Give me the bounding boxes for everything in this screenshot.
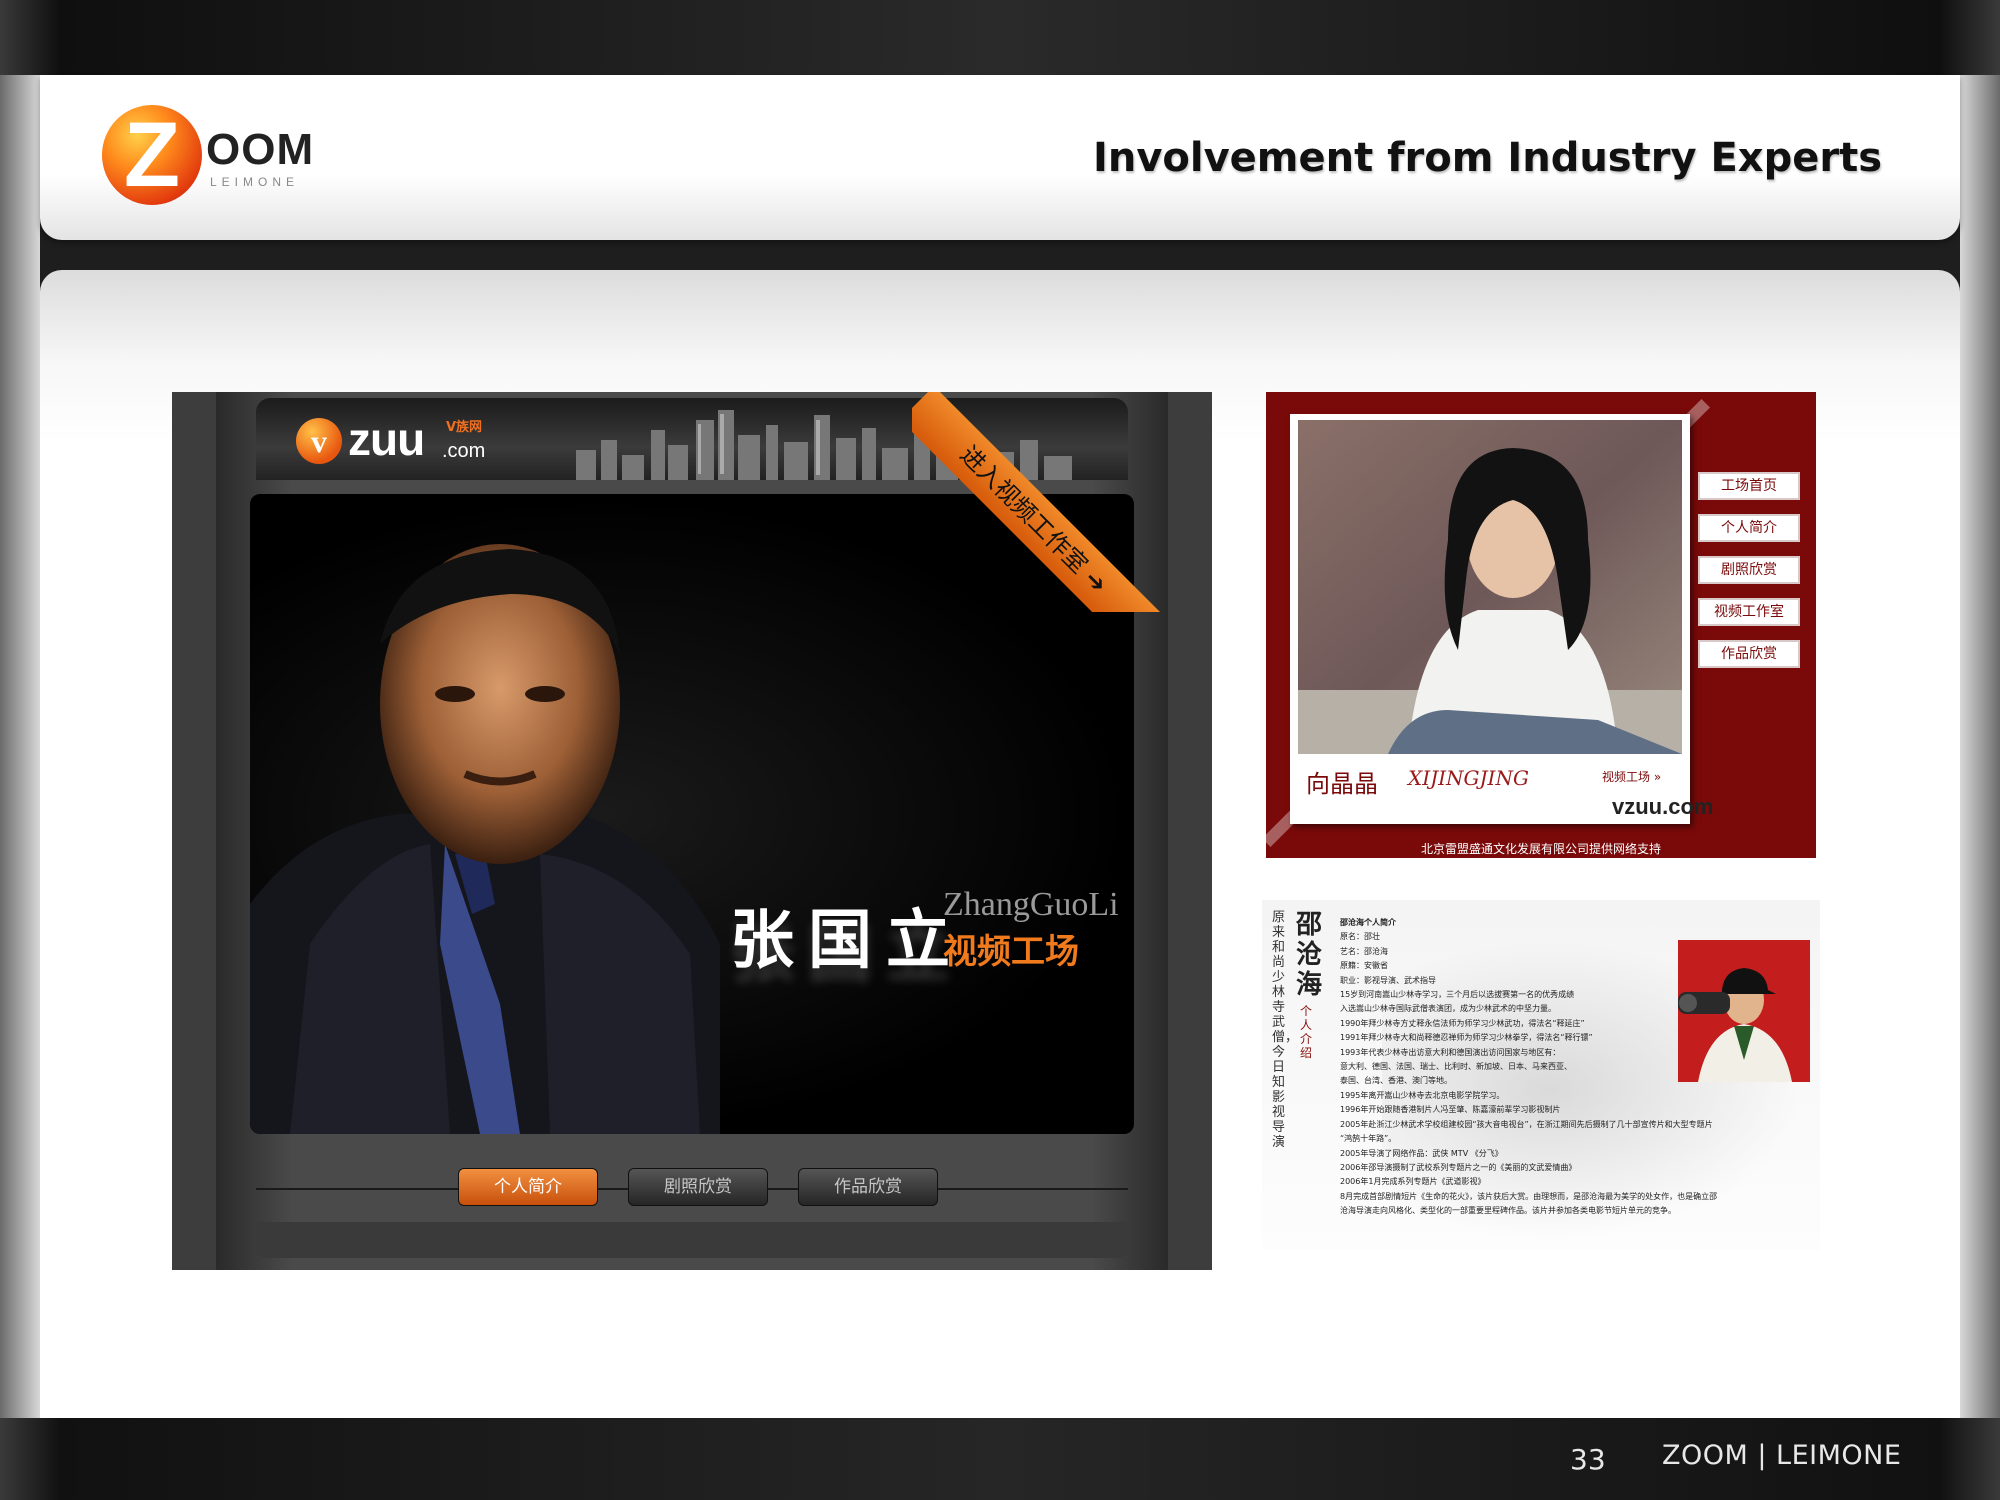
bio-line: 2005年导演了网络作品：武侠 MTV 《分飞》 [1340,1148,1503,1158]
top-bar [0,0,2000,75]
director-photo [1678,940,1810,1082]
subtitle: 个人介绍 [1300,1004,1313,1060]
name-chinese: 张国立 [730,903,964,978]
vzuu-logo-icon: v [296,418,342,464]
vzuu-logo-cn: V族网 [446,420,483,435]
site-footer [256,1222,1128,1258]
nav-video-studio-button[interactable]: 视频工作室 [1698,598,1800,626]
enter-studio-ribbon[interactable]: 进入视频工作室 ➔ [912,392,1168,612]
bio-line: 2006年1月完成系列专题片《武道影视》 [1340,1177,1486,1187]
nav-stills-button[interactable]: 剧照欣赏 [628,1168,768,1206]
logo-subtitle: LEIMONE [210,175,300,189]
name-english: ZhangGuoLi [943,886,1119,923]
nav-home-button[interactable]: 工场首页 [1698,472,1800,500]
signature: XIJINGJING [1408,766,1529,790]
vertical-caption: 原来和尚少林寺武僧，今日知影视导演 [1272,910,1299,1150]
bio-line: 沧海导演走向风格化、类型化的一部重要里程碑作品。该片并参加各类电影节短片单元的竞… [1340,1206,1676,1216]
shaocanghai-site-screenshot: 原来和尚少林寺武僧，今日知影视导演 邵沧海 个人介绍 邵沧海个人简介 原名：邵壮… [1262,900,1820,1250]
portrait-photo [1298,420,1682,754]
site-footer-text: 北京雷盟盛通文化发展有限公司提供网络支持 [1420,842,1661,856]
bio-line: 1995年离开嵩山少林寺去北京电影学院学习。 [1340,1090,1505,1100]
footer-brand: ZOOM | LEIMONE [1662,1440,1902,1471]
name-chinese: 邵沧海 [1296,910,1323,1000]
nav-stills-button[interactable]: 剧照欣赏 [1698,556,1800,584]
director-with-camera-icon [1678,940,1810,1082]
bio-line: 2006年邵导演摄制了武校系列专题片之一的《美丽的文武爱情曲》 [1340,1162,1577,1172]
ribbon-clip: 进入视频工作室 ➔ [912,392,1168,612]
bio-line: 1991年拜少林寺大和尚释德忍禅师为师学习少林拳学，得法名“释行镖” [1340,1033,1593,1043]
bio-line: “鸿鹄十年路”。 [1340,1134,1397,1144]
nav-profile-button[interactable]: 个人简介 [1698,514,1800,542]
vzuu-logo-word: zuu [348,413,425,465]
right-edge [1960,75,2000,1418]
name-chinese: 向晶晶 [1306,770,1378,798]
vzuu-logo: vzuu.com [1612,794,1714,819]
bio-line: 15岁到河南嵩山少林寺学习，三个月后以选拔赛第一名的优秀成绩 [1340,990,1575,1000]
zoom-logo: Z OOM LEIMONE [102,103,332,213]
slide-title: Involvement from Industry Experts [1092,135,1882,181]
bio-line: 1996年开始跟随香港制片人冯至肇、陈嘉濠前辈学习影视制片 [1340,1105,1561,1115]
bio-line: 2005年赴浙江少林武术学校组建校园“孩大音电视台”，在浙江期间先后摄制了几十部… [1340,1119,1713,1129]
bio-line: 邵沧海个人简介 [1340,918,1396,927]
nav-works-button[interactable]: 作品欣赏 [798,1168,938,1206]
logo-letter: Z [123,104,181,206]
zhangguoli-site-screenshot: v zuu V族网 .com 张国立 ZhangGuoLi 视频工场 进入视频工… [172,392,1212,1270]
portrait-photo [250,544,720,1134]
bio-line: 入选嵩山少林寺国际武僧表演团，成为少林武术的中坚力量。 [1340,1004,1556,1014]
vzuu-logo-com: .com [442,440,486,462]
xiangjingjing-site-screenshot: 向晶晶 XIJINGJING 视频工场 » vzuu.com 工场首页 个人简介… [1266,392,1816,858]
bio-line: 1993年代表少林寺出访意大利和德国演出访问国家与地区有： [1340,1047,1561,1057]
nav-works-button[interactable]: 作品欣赏 [1698,640,1800,668]
nav-profile-button[interactable]: 个人简介 [458,1168,598,1206]
logo-word: OOM [206,125,315,174]
studio-label: 视频工场 [943,932,1079,972]
studio-link[interactable]: 视频工场 » [1602,768,1661,785]
photo-card: 向晶晶 XIJINGJING 视频工场 » vzuu.com [1290,414,1713,824]
page-number: 33 [1570,1443,1606,1476]
bio-line: 1990年拜少林寺方丈释永信法师为师学习少林武功，得法名“释延庄” [1340,1018,1585,1028]
bio-line: 8月完成首部剧情短片《生命的花火》，该片获后大赏。由理想而，是邵沧海最为美学的处… [1340,1191,1718,1201]
slide-header: Z OOM LEIMONE Involvement from Industry … [40,75,1960,240]
left-edge [0,75,40,1418]
